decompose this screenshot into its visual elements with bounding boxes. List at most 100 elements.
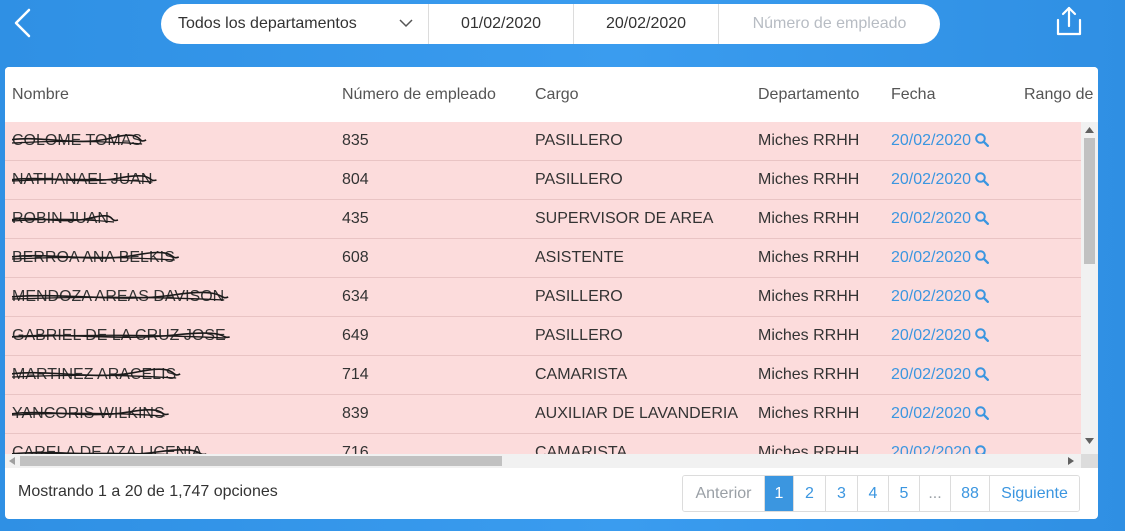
employee-cargo: SUPERVISOR DE AREA: [535, 210, 714, 227]
search-icon: [975, 250, 990, 265]
employee-name: GABRIEL DE LA CRUZ JOSE: [12, 327, 230, 345]
employee-name: CARELA DE AZA LICENIA: [12, 444, 207, 454]
pagination-page-4[interactable]: 4: [858, 476, 889, 511]
scrollbar-corner: [1081, 454, 1098, 468]
date-link-text: 20/02/2020: [891, 327, 972, 344]
back-button[interactable]: [10, 6, 38, 40]
search-icon: [975, 289, 990, 304]
scroll-up-arrow-icon[interactable]: [1085, 127, 1094, 133]
employee-cargo: PASILLERO: [535, 132, 623, 149]
table-row[interactable]: YANCORIS WILKINS 839 AUXILIAR DE LAVANDE…: [5, 395, 1081, 434]
table-header: Nombre Número de empleado Cargo Departam…: [5, 67, 1098, 122]
date-link[interactable]: 20/02/2020: [891, 327, 990, 345]
pagination-page-3[interactable]: 3: [826, 476, 858, 511]
redaction-scribble: [12, 134, 147, 145]
department-select[interactable]: Todos los departamentos: [161, 4, 429, 44]
column-header-department[interactable]: Departamento: [758, 86, 859, 104]
scroll-right-arrow-icon[interactable]: [1068, 457, 1074, 465]
date-link[interactable]: 20/02/2020: [891, 288, 990, 306]
employee-name: NATHANAEL JUAN: [12, 171, 157, 189]
chevron-down-icon: [399, 19, 413, 28]
date-from-field[interactable]: 01/02/2020: [429, 4, 574, 44]
table-row[interactable]: NATHANAEL JUAN 804 PASILLERO Miches RRHH…: [5, 161, 1081, 200]
employee-department: Miches RRHH: [758, 405, 860, 422]
column-header-cargo[interactable]: Cargo: [535, 86, 579, 104]
column-header-employee-number[interactable]: Número de empleado: [342, 86, 496, 104]
pagination-page-5[interactable]: 5: [889, 476, 920, 511]
pagination-ellipsis: ...: [920, 476, 951, 511]
employee-name: MARTINEZ ARACELIS: [12, 366, 181, 384]
table-row[interactable]: ROBIN JUAN 435 SUPERVISOR DE AREA Miches…: [5, 200, 1081, 239]
employee-name: ROBIN JUAN: [12, 210, 119, 228]
redaction-scribble: [12, 214, 119, 223]
employee-number: 839: [342, 405, 369, 422]
employee-department: Miches RRHH: [758, 210, 860, 227]
employee-department: Miches RRHH: [758, 288, 860, 305]
date-link-text: 20/02/2020: [891, 132, 972, 149]
horizontal-scroll-thumb[interactable]: [20, 456, 502, 466]
date-link[interactable]: 20/02/2020: [891, 210, 990, 228]
vertical-scrollbar[interactable]: [1081, 122, 1098, 454]
column-header-date[interactable]: Fecha: [891, 86, 935, 104]
vertical-scroll-thumb[interactable]: [1084, 138, 1095, 264]
scroll-left-arrow-icon[interactable]: [9, 457, 15, 465]
search-icon: [975, 328, 990, 343]
employee-department: Miches RRHH: [758, 366, 860, 383]
employee-cargo: CAMARISTA: [535, 444, 628, 454]
share-upload-icon: [1056, 6, 1082, 36]
table-row[interactable]: GABRIEL DE LA CRUZ JOSE 649 PASILLERO Mi…: [5, 317, 1081, 356]
date-link[interactable]: 20/02/2020: [891, 249, 990, 267]
date-link-text: 20/02/2020: [891, 249, 972, 266]
employee-cargo: PASILLERO: [535, 327, 623, 344]
pagination-next-button[interactable]: Siguiente: [990, 476, 1079, 511]
date-link-text: 20/02/2020: [891, 366, 972, 383]
pagination: Anterior 1 2 3 4 5 ... 88 Siguiente: [682, 475, 1080, 512]
date-link[interactable]: 20/02/2020: [891, 366, 990, 384]
employee-number: 634: [342, 288, 369, 305]
redaction-scribble: [12, 408, 169, 417]
date-link-text: 20/02/2020: [891, 405, 972, 422]
share-button[interactable]: [1052, 5, 1086, 39]
date-link[interactable]: 20/02/2020: [891, 444, 989, 454]
pagination-page-88[interactable]: 88: [951, 476, 990, 511]
employee-department: Miches RRHH: [758, 327, 860, 344]
employee-cargo: PASILLERO: [535, 171, 623, 188]
date-link-text: 20/02/2020: [891, 210, 972, 227]
date-link[interactable]: 20/02/2020: [891, 132, 990, 150]
date-to-field[interactable]: 20/02/2020: [574, 4, 719, 44]
horizontal-scrollbar[interactable]: [5, 454, 1081, 468]
pagination-page-1[interactable]: 1: [765, 476, 794, 511]
employee-number: 804: [342, 171, 369, 188]
redaction-scribble: [12, 448, 207, 454]
employee-number: 435: [342, 210, 369, 227]
employee-number-input[interactable]: Número de empleado: [719, 4, 940, 44]
column-header-name[interactable]: Nombre: [12, 86, 69, 104]
table-row[interactable]: BERROA ANA BELKIS 608 ASISTENTE Miches R…: [5, 239, 1081, 278]
table-row[interactable]: MENDOZA AREAS DAVISON 634 PASILLERO Mich…: [5, 278, 1081, 317]
pagination-prev-button[interactable]: Anterior: [683, 476, 765, 511]
results-summary: Mostrando 1 a 20 de 1,747 opciones: [18, 483, 278, 500]
employee-department: Miches RRHH: [758, 171, 860, 188]
redaction-scribble: [12, 368, 181, 379]
date-link[interactable]: 20/02/2020: [891, 405, 990, 423]
scroll-down-arrow-icon[interactable]: [1085, 438, 1094, 444]
employee-cargo: AUXILIAR DE LAVANDERIA: [535, 405, 739, 422]
table-row[interactable]: COLOME TOMAS 835 PASILLERO Miches RRHH 2…: [5, 122, 1081, 161]
employee-name: MENDOZA AREAS DAVISON: [12, 288, 229, 306]
employee-number: 716: [342, 444, 369, 454]
search-icon: [975, 133, 990, 148]
search-icon: [975, 367, 990, 382]
search-icon: [975, 172, 990, 187]
pagination-page-2[interactable]: 2: [794, 476, 826, 511]
date-link-text: 20/02/2020: [891, 171, 972, 188]
employee-number: 649: [342, 327, 369, 344]
column-header-range[interactable]: Rango de: [1024, 86, 1093, 104]
table-row[interactable]: CARELA DE AZA LICENIA 716 CAMARISTA Mich…: [5, 434, 1081, 454]
employee-department: Miches RRHH: [758, 132, 860, 149]
filter-bar: Todos los departamentos 01/02/2020 20/02…: [161, 4, 940, 44]
department-select-value: Todos los departamentos: [178, 15, 357, 32]
table-row[interactable]: MARTINEZ ARACELIS 714 CAMARISTA Miches R…: [5, 356, 1081, 395]
date-link-text: 20/02/2020: [891, 288, 972, 305]
date-link[interactable]: 20/02/2020: [891, 171, 990, 189]
redaction-scribble: [12, 291, 229, 301]
